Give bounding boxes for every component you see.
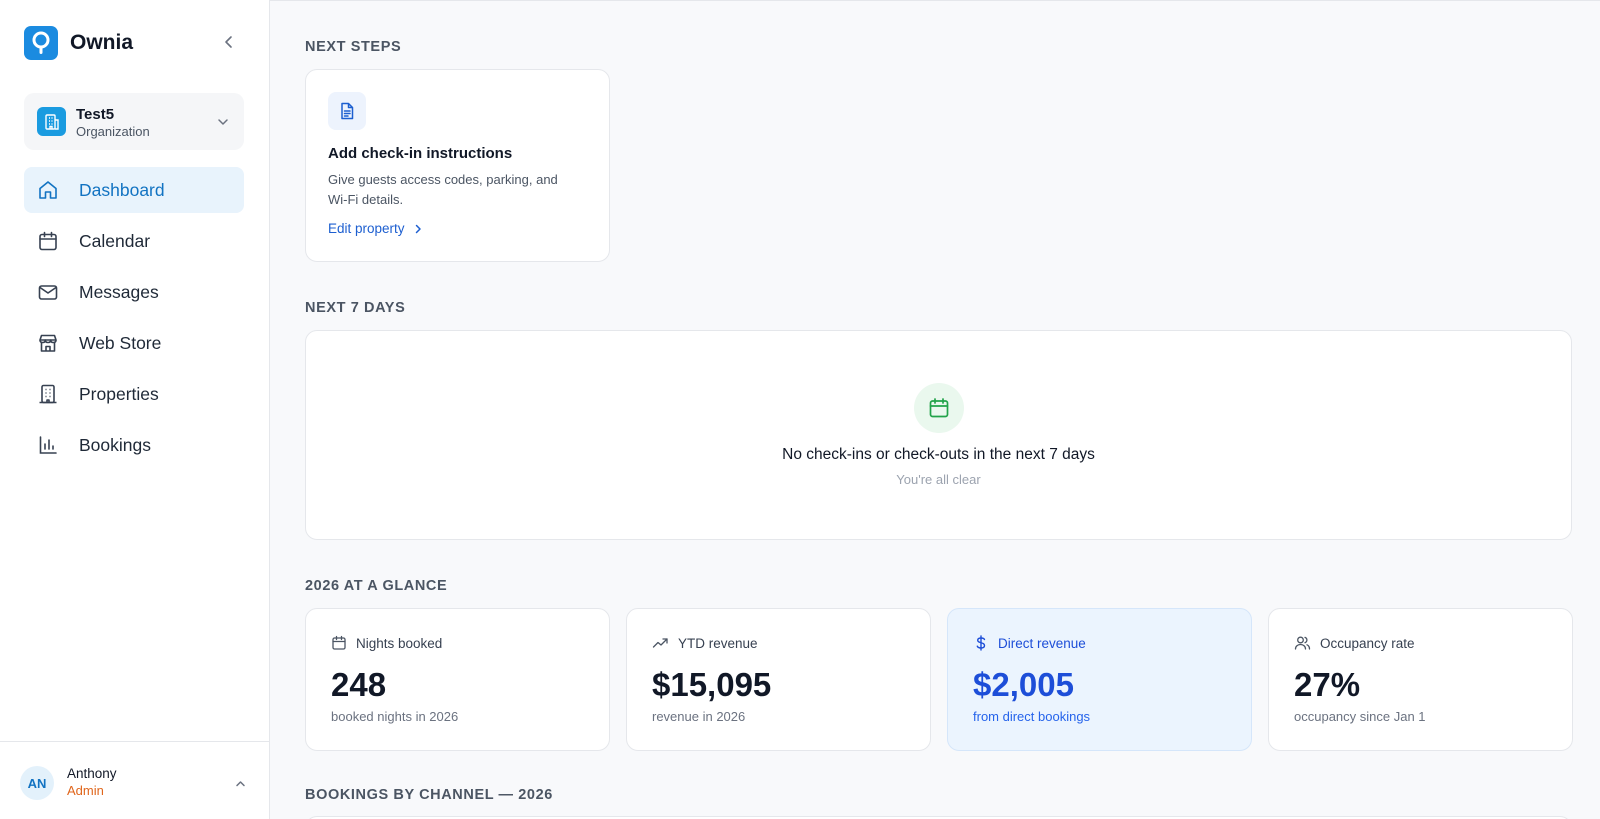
- next-step-description: Give guests access codes, parking, and W…: [328, 172, 558, 207]
- brand[interactable]: Ownia: [24, 26, 133, 60]
- chevron-right-icon: [415, 224, 421, 233]
- stat-card-nights-booked: Nights booked 248 booked nights in 2026: [305, 608, 610, 751]
- trending-up-icon: [652, 638, 668, 648]
- chevron-down-icon: [216, 115, 230, 129]
- empty-state-subtitle: You're all clear: [896, 472, 981, 487]
- user-name: Anthony: [67, 766, 117, 781]
- stat-value: 248: [331, 666, 387, 703]
- section-title-next-7-days: NEXT 7 DAYS: [305, 300, 406, 316]
- user-menu[interactable]: AN Anthony Admin: [0, 741, 270, 819]
- sidebar-item-properties[interactable]: Properties: [24, 371, 244, 417]
- users-icon: [1294, 636, 1311, 650]
- sidebar-item-calendar[interactable]: Calendar: [24, 218, 244, 264]
- stat-card-ytd-revenue: YTD revenue $15,095 revenue in 2026: [626, 608, 931, 751]
- building-icon: [37, 107, 66, 136]
- stat-value: $15,095: [652, 666, 772, 703]
- sidebar-item-label: Bookings: [79, 434, 151, 455]
- section-title-bookings-by-channel: BOOKINGS BY CHANNEL — 2026: [305, 787, 553, 803]
- mail-icon: [37, 281, 59, 303]
- next-7-days-card: No check-ins or check-outs in the next 7…: [305, 330, 1572, 540]
- stat-label: Occupancy rate: [1320, 635, 1415, 651]
- next-step-title: Add check-in instructions: [328, 145, 513, 162]
- sidebar-item-label: Properties: [79, 383, 159, 404]
- organization-name: Test5: [76, 106, 115, 123]
- ownia-logo-icon: [24, 26, 58, 60]
- stat-label: Direct revenue: [998, 635, 1086, 651]
- section-title-next-steps: NEXT STEPS: [305, 39, 402, 55]
- stat-card-occupancy-rate: Occupancy rate 27% occupancy since Jan 1: [1268, 608, 1573, 751]
- document-icon: [328, 92, 366, 130]
- stat-subtitle: revenue in 2026: [652, 709, 746, 724]
- stat-label: Nights booked: [356, 635, 443, 651]
- stat-subtitle: from direct bookings: [973, 709, 1091, 724]
- section-title-at-a-glance: 2026 AT A GLANCE: [305, 578, 448, 594]
- calendar-icon: [914, 383, 964, 433]
- sidebar-item-label: Messages: [79, 281, 159, 302]
- sidebar-item-web-store[interactable]: Web Store: [24, 320, 244, 366]
- sidebar: Ownia Test5 Organization Dashboard Calen…: [0, 0, 270, 819]
- stat-value: $2,005: [973, 666, 1074, 703]
- organization-type: Organization: [76, 124, 150, 139]
- sidebar-nav: Dashboard Calendar Messages Web Store Pr…: [24, 167, 244, 473]
- stat-value: 27%: [1294, 666, 1361, 703]
- store-icon: [37, 332, 59, 354]
- sidebar-item-label: Web Store: [79, 332, 162, 353]
- sidebar-item-dashboard[interactable]: Dashboard: [24, 167, 244, 213]
- next-step-card: Add check-in instructions Give guests ac…: [305, 69, 610, 262]
- sidebar-item-label: Calendar: [79, 230, 151, 251]
- calendar-icon: [332, 635, 346, 650]
- user-role: Admin: [67, 783, 104, 798]
- dollar-icon: [976, 635, 986, 651]
- empty-state-title: No check-ins or check-outs in the next 7…: [782, 446, 1095, 463]
- chevron-up-icon: [234, 777, 247, 790]
- stat-card-direct-revenue: Direct revenue $2,005 from direct bookin…: [947, 608, 1252, 751]
- stat-subtitle: occupancy since Jan 1: [1294, 709, 1426, 724]
- sidebar-item-bookings[interactable]: Bookings: [24, 422, 244, 468]
- stat-subtitle: booked nights in 2026: [331, 709, 459, 724]
- organization-switcher[interactable]: Test5 Organization: [24, 93, 244, 150]
- bar-chart-icon: [37, 434, 59, 456]
- calendar-icon: [37, 230, 59, 252]
- brand-name: Ownia: [70, 31, 134, 54]
- edit-property-label: Edit property: [328, 221, 405, 236]
- stat-label: YTD revenue: [678, 635, 758, 651]
- avatar: AN: [20, 766, 54, 800]
- home-icon: [37, 179, 59, 201]
- sidebar-item-messages[interactable]: Messages: [24, 269, 244, 315]
- edit-property-link[interactable]: Edit property: [328, 221, 423, 236]
- collapse-sidebar-chevron-left-icon[interactable]: [221, 34, 237, 50]
- sidebar-item-label: Dashboard: [79, 179, 165, 200]
- main-content: NEXT STEPS Add check-in instructions Giv…: [270, 0, 1600, 819]
- building-icon: [37, 383, 59, 405]
